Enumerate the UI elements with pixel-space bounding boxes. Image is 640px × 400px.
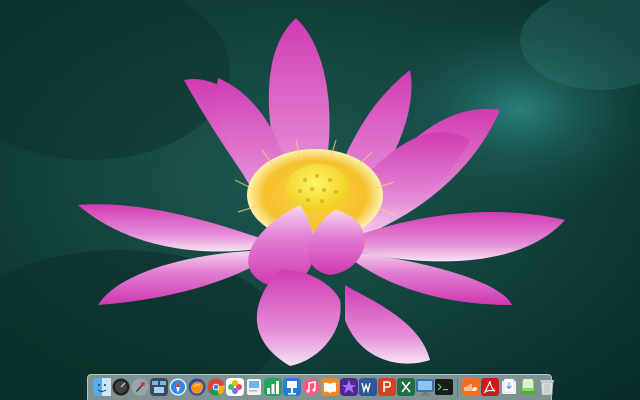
- mission-control-icon[interactable]: [150, 378, 168, 396]
- downloads-stack-icon[interactable]: [500, 378, 518, 396]
- system-info-icon[interactable]: [416, 378, 434, 396]
- dashboard-icon[interactable]: [112, 378, 130, 396]
- keynote-icon[interactable]: [283, 378, 301, 396]
- imovie-icon[interactable]: [340, 378, 358, 396]
- itunes-icon[interactable]: [302, 378, 320, 396]
- books-icon[interactable]: [321, 378, 339, 396]
- preview-icon[interactable]: [245, 378, 263, 396]
- word-icon[interactable]: [359, 378, 377, 396]
- acrobat-icon[interactable]: [481, 378, 499, 396]
- chrome-icon[interactable]: [207, 378, 225, 396]
- firefox-icon[interactable]: [188, 378, 206, 396]
- documents-stack-icon[interactable]: [519, 378, 537, 396]
- photos-icon[interactable]: [226, 378, 244, 396]
- numbers-icon[interactable]: [264, 378, 282, 396]
- desktop-wallpaper: [0, 0, 640, 400]
- safari-icon[interactable]: [169, 378, 187, 396]
- excel-icon[interactable]: [397, 378, 415, 396]
- trash-icon[interactable]: [538, 378, 556, 396]
- dock-separator: [457, 378, 458, 398]
- soundcloud-icon[interactable]: [462, 378, 480, 396]
- finder-icon[interactable]: [93, 378, 111, 396]
- terminal-icon[interactable]: [435, 378, 453, 396]
- dock: [87, 374, 554, 400]
- launchpad-icon[interactable]: [131, 378, 149, 396]
- powerpoint-icon[interactable]: [378, 378, 396, 396]
